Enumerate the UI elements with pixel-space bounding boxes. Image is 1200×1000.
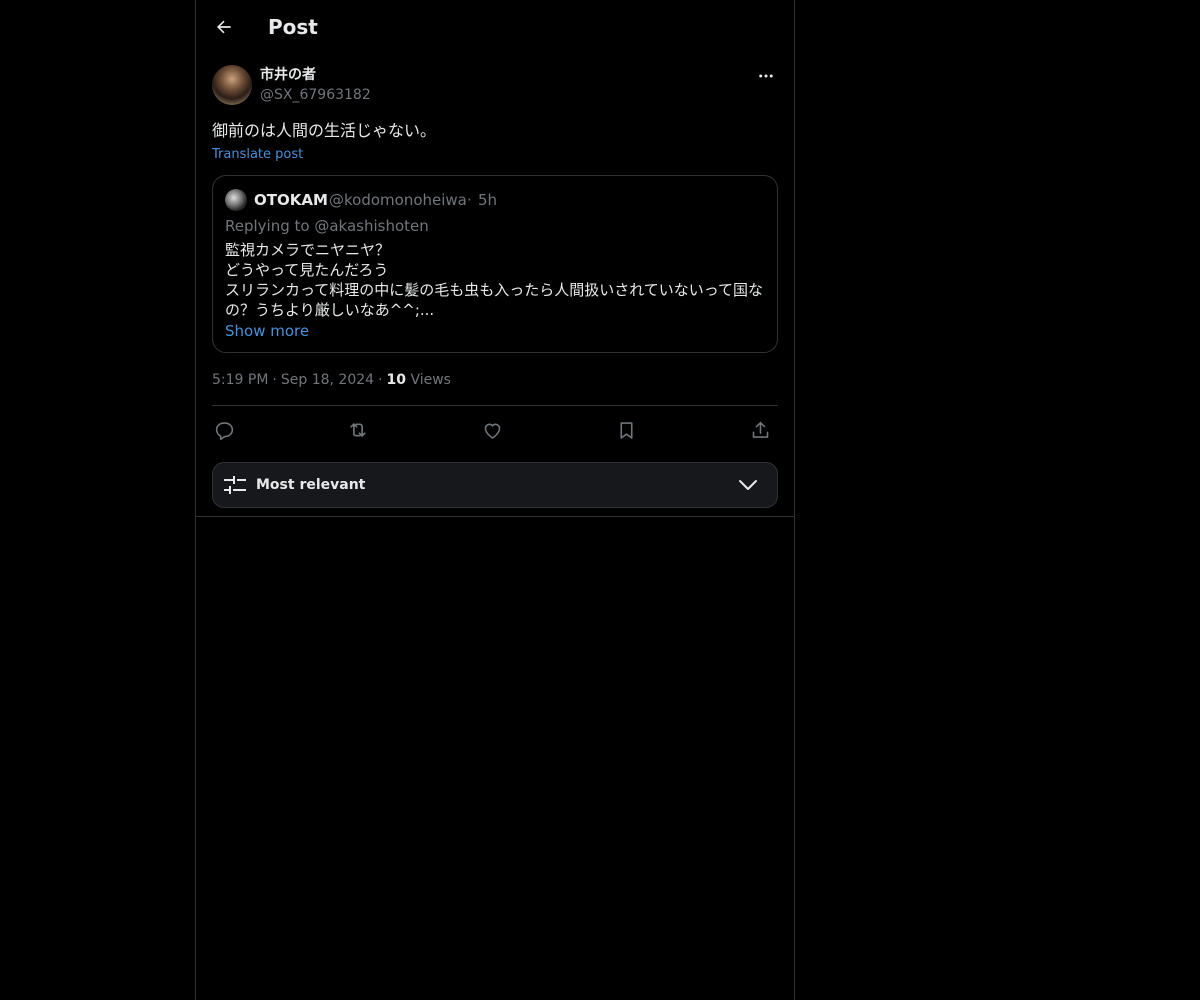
meta-separator: · xyxy=(378,372,383,388)
quoted-post[interactable]: OTOKAM @kodomonoheiwa · 5h Replying to @… xyxy=(212,175,778,353)
views-count: 10 xyxy=(386,372,406,388)
like-button[interactable] xyxy=(480,418,504,442)
sliders-icon xyxy=(224,476,246,494)
more-options-button[interactable] xyxy=(754,64,778,88)
post-meta: 5:19 PM · Sep 18, 2024 · 10 Views xyxy=(212,370,451,390)
reply-button[interactable] xyxy=(212,418,236,442)
quoted-author-name: OTOKAM xyxy=(254,191,328,209)
chevron-down-icon xyxy=(739,480,757,490)
post-time[interactable]: 5:19 PM xyxy=(212,372,268,388)
quoted-author-handle: @kodomonoheiwa xyxy=(329,191,467,209)
section-divider xyxy=(196,516,794,517)
post-author: 市井の者 @SX_67963182 xyxy=(212,64,778,106)
page-title: Post xyxy=(268,15,318,39)
quoted-avatar xyxy=(225,189,247,211)
bookmark-button[interactable] xyxy=(614,418,638,442)
repost-icon xyxy=(350,423,366,437)
author-name[interactable]: 市井の者 xyxy=(260,65,316,85)
share-button[interactable] xyxy=(748,418,772,442)
repost-button[interactable] xyxy=(346,418,370,442)
post-text: 御前のは人間の生活じゃない。 xyxy=(212,121,437,140)
reply-icon xyxy=(215,421,233,440)
sort-replies-dropdown[interactable]: Most relevant xyxy=(212,462,778,508)
post-date[interactable]: Sep 18, 2024 xyxy=(281,372,374,388)
show-more-link[interactable]: Show more xyxy=(225,321,309,341)
translate-post-link[interactable]: Translate post xyxy=(212,145,303,165)
sort-label: Most relevant xyxy=(256,477,366,493)
page-header: Post xyxy=(196,0,794,54)
meta-separator: · xyxy=(272,372,277,388)
share-icon xyxy=(752,421,768,438)
quoted-text: 監視カメラでニヤニヤ？ どうやって見たんだろう スリランカって料理の中に髪の毛も… xyxy=(225,241,764,319)
views-label: Views xyxy=(410,372,451,388)
quoted-time: 5h xyxy=(478,191,498,209)
quoted-separator: · xyxy=(467,191,472,209)
main-column: Post 市井の者 @SX_67963182 御前のは人間の生活じゃない。 Tr… xyxy=(195,0,795,1000)
action-bar xyxy=(212,418,778,442)
bookmark-icon xyxy=(619,421,633,439)
author-handle[interactable]: @SX_67963182 xyxy=(260,85,371,105)
replying-to: Replying to @akashishoten xyxy=(225,217,429,235)
like-icon xyxy=(484,423,500,439)
back-button[interactable] xyxy=(210,13,238,41)
avatar[interactable] xyxy=(212,65,252,105)
more-horizontal-icon xyxy=(759,74,773,78)
divider xyxy=(212,405,778,406)
arrow-left-icon xyxy=(217,20,231,34)
